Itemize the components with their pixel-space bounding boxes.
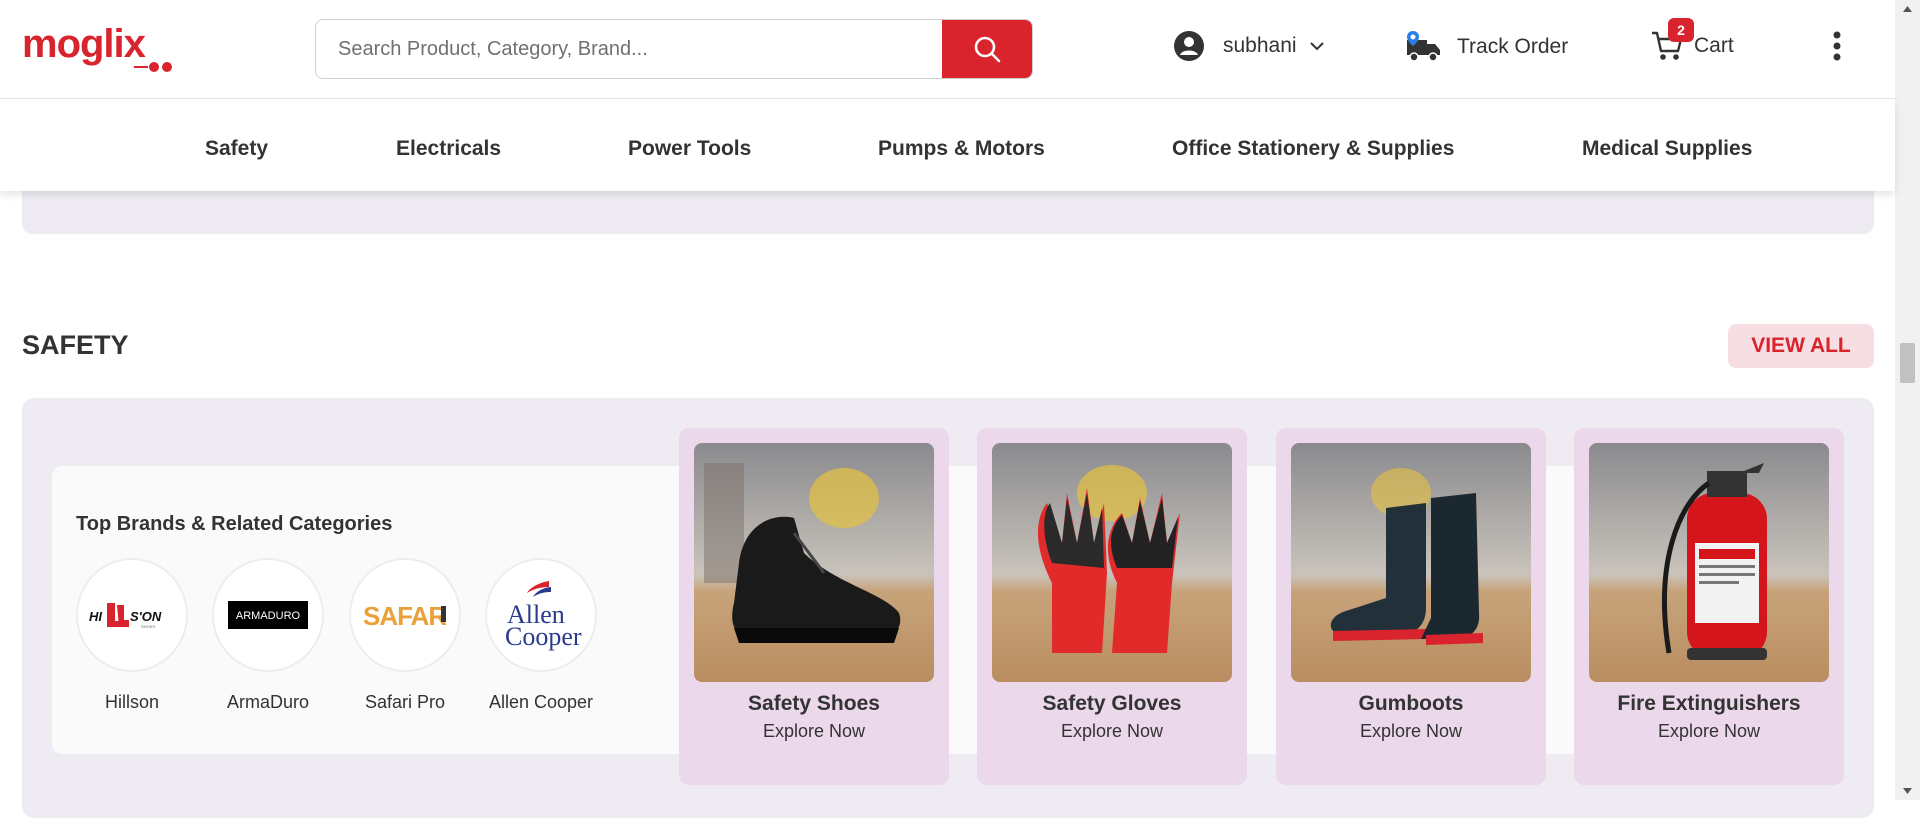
- brand-name: ArmaDuro: [226, 692, 310, 712]
- view-all-button[interactable]: VIEW ALL: [1728, 324, 1874, 368]
- user-menu[interactable]: subhani: [1173, 30, 1325, 62]
- tile-name: Safety Shoes: [748, 692, 880, 715]
- nav-electricals[interactable]: Electricals: [396, 137, 501, 161]
- brand-armaduro[interactable]: ARMADURO ArmaDuro: [211, 558, 325, 713]
- page-scrollbar[interactable]: [1895, 0, 1920, 800]
- tile-cta: Explore Now: [1359, 721, 1463, 741]
- track-order-link[interactable]: Track Order: [1405, 30, 1568, 64]
- svg-text:SHOES: SHOES: [141, 624, 155, 629]
- chevron-down-icon: [1309, 42, 1324, 51]
- category-tile-safety-gloves[interactable]: Safety Gloves Explore Now: [977, 428, 1247, 785]
- safety-shoes-image: [694, 443, 934, 682]
- gumboots-image: [1291, 443, 1531, 682]
- search-button[interactable]: [942, 20, 1032, 78]
- tile-cta: Explore Now: [762, 721, 866, 741]
- hillson-logo: HI S'ON SHOES: [76, 558, 188, 672]
- search-icon: [974, 36, 1001, 63]
- nav-medical-supplies[interactable]: Medical Supplies: [1582, 137, 1752, 161]
- cart-count-badge: 2: [1668, 18, 1694, 42]
- section-title: SAFETY: [22, 330, 129, 360]
- armaduro-logo: ARMADURO: [212, 558, 324, 672]
- tile-name: Gumboots: [1358, 692, 1464, 715]
- tile-cta: Explore Now: [1060, 721, 1164, 741]
- track-order-label: Track Order: [1457, 35, 1569, 58]
- category-tile-fire-extinguishers[interactable]: Fire Extinguishers Explore Now: [1574, 428, 1844, 785]
- more-options-button[interactable]: [1822, 28, 1852, 68]
- svg-text:HI: HI: [89, 609, 102, 624]
- brand-name: Safari Pro: [364, 692, 446, 712]
- scrollbar-thumb[interactable]: [1900, 343, 1915, 383]
- safety-gloves-image: [992, 443, 1232, 682]
- allen-cooper-logo: Allen Cooper: [485, 558, 597, 672]
- moglix-logo[interactable]: moglix: [22, 22, 172, 72]
- svg-text:Cooper: Cooper: [505, 622, 582, 651]
- svg-text:S'ON: S'ON: [130, 609, 162, 624]
- scroll-down-arrow[interactable]: [1895, 782, 1920, 800]
- tile-name: Safety Gloves: [1042, 692, 1182, 715]
- tile-cta: Explore Now: [1657, 721, 1761, 741]
- user-name: subhani: [1223, 34, 1297, 57]
- brand-hillson[interactable]: HI S'ON SHOES Hillson: [75, 558, 189, 713]
- brand-safari-pro[interactable]: SAFARI Safari Pro: [348, 558, 462, 713]
- search-input[interactable]: [316, 20, 943, 78]
- top-header: moglix subhani: [0, 0, 1895, 99]
- svg-text:SAFARI: SAFARI: [363, 601, 447, 631]
- brand-name: Hillson: [104, 692, 160, 712]
- truck-icon: [1407, 31, 1440, 62]
- brand-name: Allen Cooper: [488, 692, 594, 712]
- brands-title: Top Brands & Related Categories: [76, 513, 393, 535]
- safari-pro-logo: SAFARI: [349, 558, 461, 672]
- nav-power-tools[interactable]: Power Tools: [628, 137, 751, 161]
- category-tile-gumboots[interactable]: Gumboots Explore Now: [1276, 428, 1546, 785]
- fire-extinguishers-image: [1589, 443, 1829, 682]
- search-bar: [315, 19, 1033, 79]
- logo-text: moglix: [22, 22, 146, 66]
- svg-text:ARMADURO: ARMADURO: [236, 610, 301, 622]
- user-avatar-icon: [1174, 31, 1204, 61]
- cart-label: Cart: [1694, 34, 1734, 57]
- scroll-up-arrow[interactable]: [1895, 0, 1920, 18]
- tile-name: Fire Extinguishers: [1617, 692, 1801, 715]
- nav-pumps-motors[interactable]: Pumps & Motors: [878, 137, 1045, 161]
- logo-dots: [134, 62, 172, 72]
- nav-office-stationery[interactable]: Office Stationery & Supplies: [1172, 137, 1454, 161]
- brand-allen-cooper[interactable]: Allen Cooper Allen Cooper: [484, 558, 598, 713]
- nav-safety[interactable]: Safety: [205, 137, 268, 161]
- kebab-menu-icon: [1833, 31, 1841, 61]
- category-nav: Safety Electricals Power Tools Pumps & M…: [0, 99, 1895, 191]
- category-tile-safety-shoes[interactable]: Safety Shoes Explore Now: [679, 428, 949, 785]
